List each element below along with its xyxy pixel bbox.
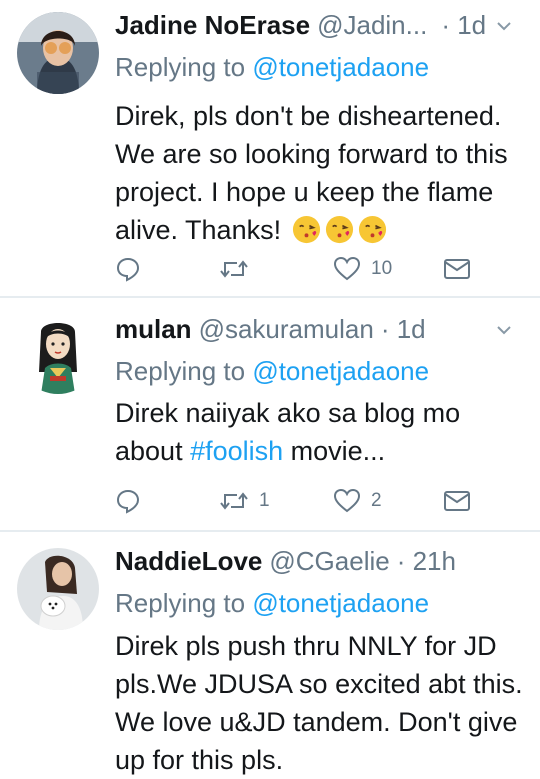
avatar[interactable] [17, 312, 99, 394]
tweet-text-content: Direk pls push thru NNLY for JD pls.We J… [115, 631, 523, 775]
reply-button[interactable] [115, 252, 141, 286]
mention-link[interactable]: @tonetjadaone [252, 356, 429, 386]
retweet-icon [220, 260, 248, 278]
avatar[interactable] [17, 12, 99, 94]
replying-to-label: Replying to [115, 588, 246, 618]
replying-to-label: Replying to [115, 52, 246, 82]
tweet-header: NaddieLove @CGaelie · 21h [115, 542, 520, 580]
tweet-3[interactable]: NaddieLove @CGaelie · 21h Replying to @t… [0, 532, 540, 775]
kissing-face-emoji-icon [292, 215, 320, 244]
kissing-face-emoji-icon [325, 215, 353, 244]
timestamp[interactable]: · 21h [397, 546, 456, 577]
tweet-header: Jadine NoErase @Jadin... · 1d [115, 6, 520, 44]
timestamp[interactable]: · 1d [381, 314, 426, 345]
retweet-count: 1 [259, 490, 270, 511]
kissing-face-emoji-icon [358, 215, 386, 244]
envelope-icon [444, 259, 470, 279]
timestamp[interactable]: · 1d [441, 10, 486, 41]
replying-to: Replying to @tonetjadaone [115, 356, 429, 387]
tweet-text-after: movie... [283, 436, 386, 466]
tweet-actions: 1 2 [115, 484, 475, 518]
tweet-header: mulan @sakuramulan · 1d [115, 310, 520, 348]
user-handle[interactable]: @sakuramulan [199, 314, 374, 345]
tweet-text: Direk, pls don't be disheartened. We are… [115, 97, 525, 249]
retweet-icon [220, 492, 248, 510]
tweet-text: Direk pls push thru NNLY for JD pls.We J… [115, 627, 525, 779]
like-count: 2 [371, 490, 382, 511]
heart-icon [333, 488, 361, 513]
mention-link[interactable]: @tonetjadaone [252, 588, 429, 618]
envelope-icon [444, 491, 470, 511]
reply-icon [116, 257, 140, 282]
tweet-2[interactable]: mulan @sakuramulan · 1d Replying to @ton… [0, 298, 540, 532]
like-button[interactable]: 2 [333, 484, 382, 518]
display-name[interactable]: Jadine NoErase [115, 10, 310, 41]
tweet-actions: 10 [115, 252, 475, 286]
direct-message-button[interactable] [443, 484, 471, 518]
retweet-button[interactable] [219, 252, 259, 286]
user-handle[interactable]: @CGaelie [269, 546, 389, 577]
user-handle[interactable]: @Jadin... [317, 10, 427, 41]
reply-button[interactable] [115, 484, 141, 518]
display-name[interactable]: NaddieLove [115, 546, 262, 577]
reply-icon [116, 489, 140, 514]
chevron-down-icon[interactable] [494, 16, 514, 36]
retweet-button[interactable]: 1 [219, 484, 270, 518]
direct-message-button[interactable] [443, 252, 471, 286]
hashtag-link[interactable]: #foolish [190, 436, 283, 466]
tweet-text: Direk naiiyak ako sa blog mo about #fool… [115, 394, 525, 470]
like-count: 10 [371, 258, 393, 279]
like-button[interactable]: 10 [333, 252, 392, 286]
mention-link[interactable]: @tonetjadaone [252, 52, 429, 82]
avatar[interactable] [17, 548, 99, 630]
replying-to: Replying to @tonetjadaone [115, 588, 429, 619]
display-name[interactable]: mulan [115, 314, 192, 345]
chevron-down-icon[interactable] [494, 320, 514, 340]
replying-to: Replying to @tonetjadaone [115, 52, 429, 83]
heart-icon [333, 256, 361, 281]
tweet-1[interactable]: Jadine NoErase @Jadin... · 1d Replying t… [0, 0, 540, 298]
replying-to-label: Replying to [115, 356, 246, 386]
